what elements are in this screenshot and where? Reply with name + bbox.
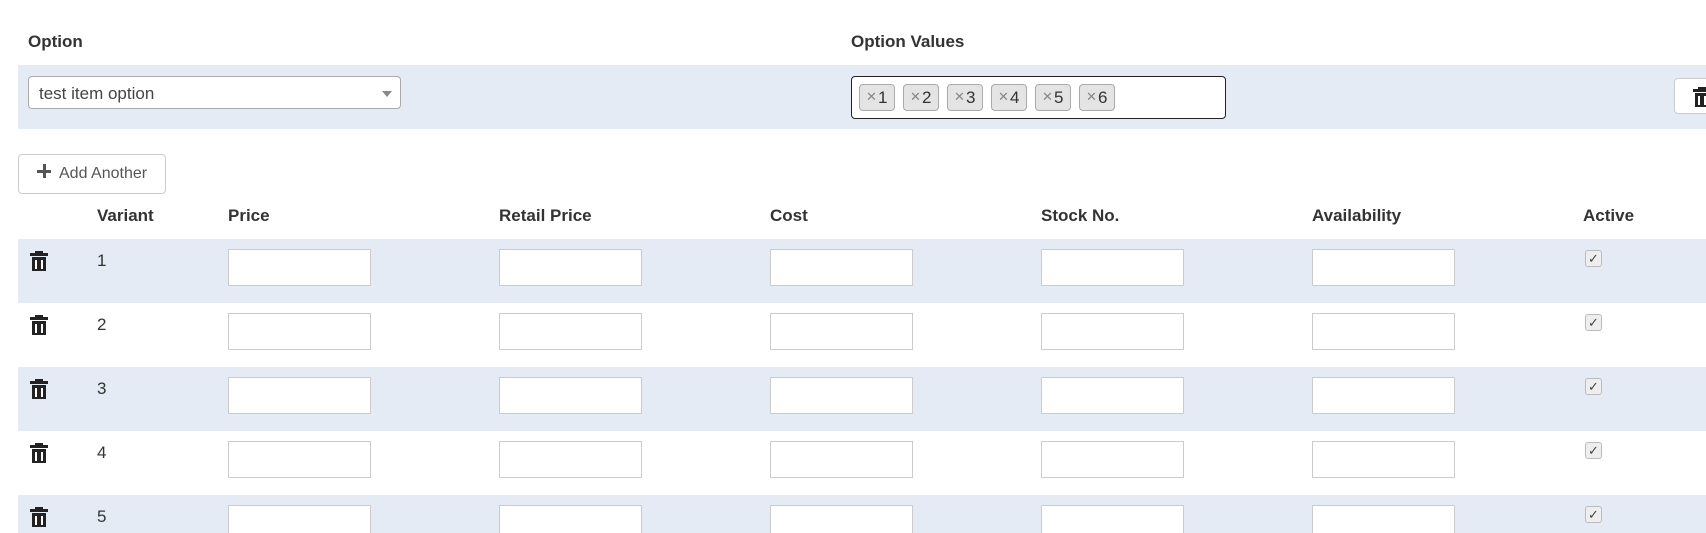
trash-icon[interactable] — [30, 443, 48, 463]
availability-input[interactable] — [1312, 249, 1455, 286]
retail-price-input[interactable] — [499, 377, 642, 414]
cost-input[interactable] — [770, 313, 913, 350]
price-input[interactable] — [228, 441, 371, 478]
retail-price-input[interactable] — [499, 441, 642, 478]
cost-input[interactable] — [770, 249, 913, 286]
plus-icon — [37, 164, 51, 178]
stock-no-input[interactable] — [1041, 377, 1184, 414]
table-row: 2 ✓ — [18, 303, 1706, 367]
variant-number: 4 — [97, 443, 107, 462]
option-values-header: Option Values — [851, 32, 965, 51]
column-header-retail-price: Retail Price — [499, 206, 592, 225]
price-input[interactable] — [228, 313, 371, 350]
variant-number: 1 — [97, 251, 107, 270]
close-icon[interactable]: ✕ — [910, 89, 921, 105]
stock-no-input[interactable] — [1041, 249, 1184, 286]
cost-input[interactable] — [770, 505, 913, 533]
option-select-value: test item option — [39, 84, 155, 103]
cost-input[interactable] — [770, 441, 913, 478]
availability-input[interactable] — [1312, 505, 1455, 533]
column-header-cost: Cost — [770, 206, 808, 225]
availability-input[interactable] — [1312, 313, 1455, 350]
price-input[interactable] — [228, 377, 371, 414]
trash-icon[interactable] — [30, 379, 48, 399]
price-input[interactable] — [228, 249, 371, 286]
option-header: Option — [28, 32, 83, 51]
trash-icon[interactable] — [30, 507, 48, 527]
active-checkbox[interactable]: ✓ — [1585, 442, 1602, 459]
price-input[interactable] — [228, 505, 371, 533]
trash-icon[interactable] — [30, 251, 48, 271]
stock-no-input[interactable] — [1041, 505, 1184, 533]
close-icon[interactable]: ✕ — [1086, 89, 1097, 105]
column-header-price: Price — [228, 206, 270, 225]
cost-input[interactable] — [770, 377, 913, 414]
active-checkbox[interactable]: ✓ — [1585, 250, 1602, 267]
option-value-tag: ✕ 3 — [947, 84, 983, 111]
stock-no-input[interactable] — [1041, 313, 1184, 350]
variant-number: 2 — [97, 315, 107, 334]
stock-no-input[interactable] — [1041, 441, 1184, 478]
active-checkbox[interactable]: ✓ — [1585, 378, 1602, 395]
add-another-button[interactable]: Add Another — [18, 154, 166, 194]
delete-option-button[interactable] — [1674, 78, 1706, 114]
column-header-stock-no: Stock No. — [1041, 206, 1120, 225]
column-header-availability: Availability — [1312, 206, 1402, 225]
option-select[interactable]: test item option — [28, 76, 401, 109]
option-value-tag: ✕ 6 — [1079, 84, 1115, 111]
trash-icon[interactable] — [30, 315, 48, 335]
active-checkbox[interactable]: ✓ — [1585, 314, 1602, 331]
table-row: 1 ✓ — [18, 239, 1706, 303]
option-values-input[interactable]: ✕ 1 ✕ 2 ✕ 3 ✕ 4 ✕ 5 ✕ 6 — [851, 76, 1226, 119]
table-row: 5 ✓ — [18, 495, 1706, 533]
close-icon[interactable]: ✕ — [998, 89, 1009, 105]
column-header-active: Active — [1583, 206, 1635, 225]
option-value-tag: ✕ 2 — [903, 84, 939, 111]
column-header-variant: Variant — [97, 206, 154, 225]
option-value-tag: ✕ 4 — [991, 84, 1027, 111]
close-icon[interactable]: ✕ — [954, 89, 965, 105]
availability-input[interactable] — [1312, 441, 1455, 478]
trash-icon — [1693, 87, 1706, 107]
table-row: 4 ✓ — [18, 431, 1706, 495]
option-value-tag: ✕ 5 — [1035, 84, 1071, 111]
retail-price-input[interactable] — [499, 505, 642, 533]
retail-price-input[interactable] — [499, 249, 642, 286]
variant-number: 3 — [97, 379, 107, 398]
option-value-tag: ✕ 1 — [859, 84, 895, 111]
retail-price-input[interactable] — [499, 313, 642, 350]
table-row: 3 ✓ — [18, 367, 1706, 431]
close-icon[interactable]: ✕ — [1042, 89, 1053, 105]
availability-input[interactable] — [1312, 377, 1455, 414]
variant-number: 5 — [97, 507, 107, 526]
close-icon[interactable]: ✕ — [866, 89, 877, 105]
chevron-down-icon — [382, 91, 392, 97]
active-checkbox[interactable]: ✓ — [1585, 506, 1602, 523]
